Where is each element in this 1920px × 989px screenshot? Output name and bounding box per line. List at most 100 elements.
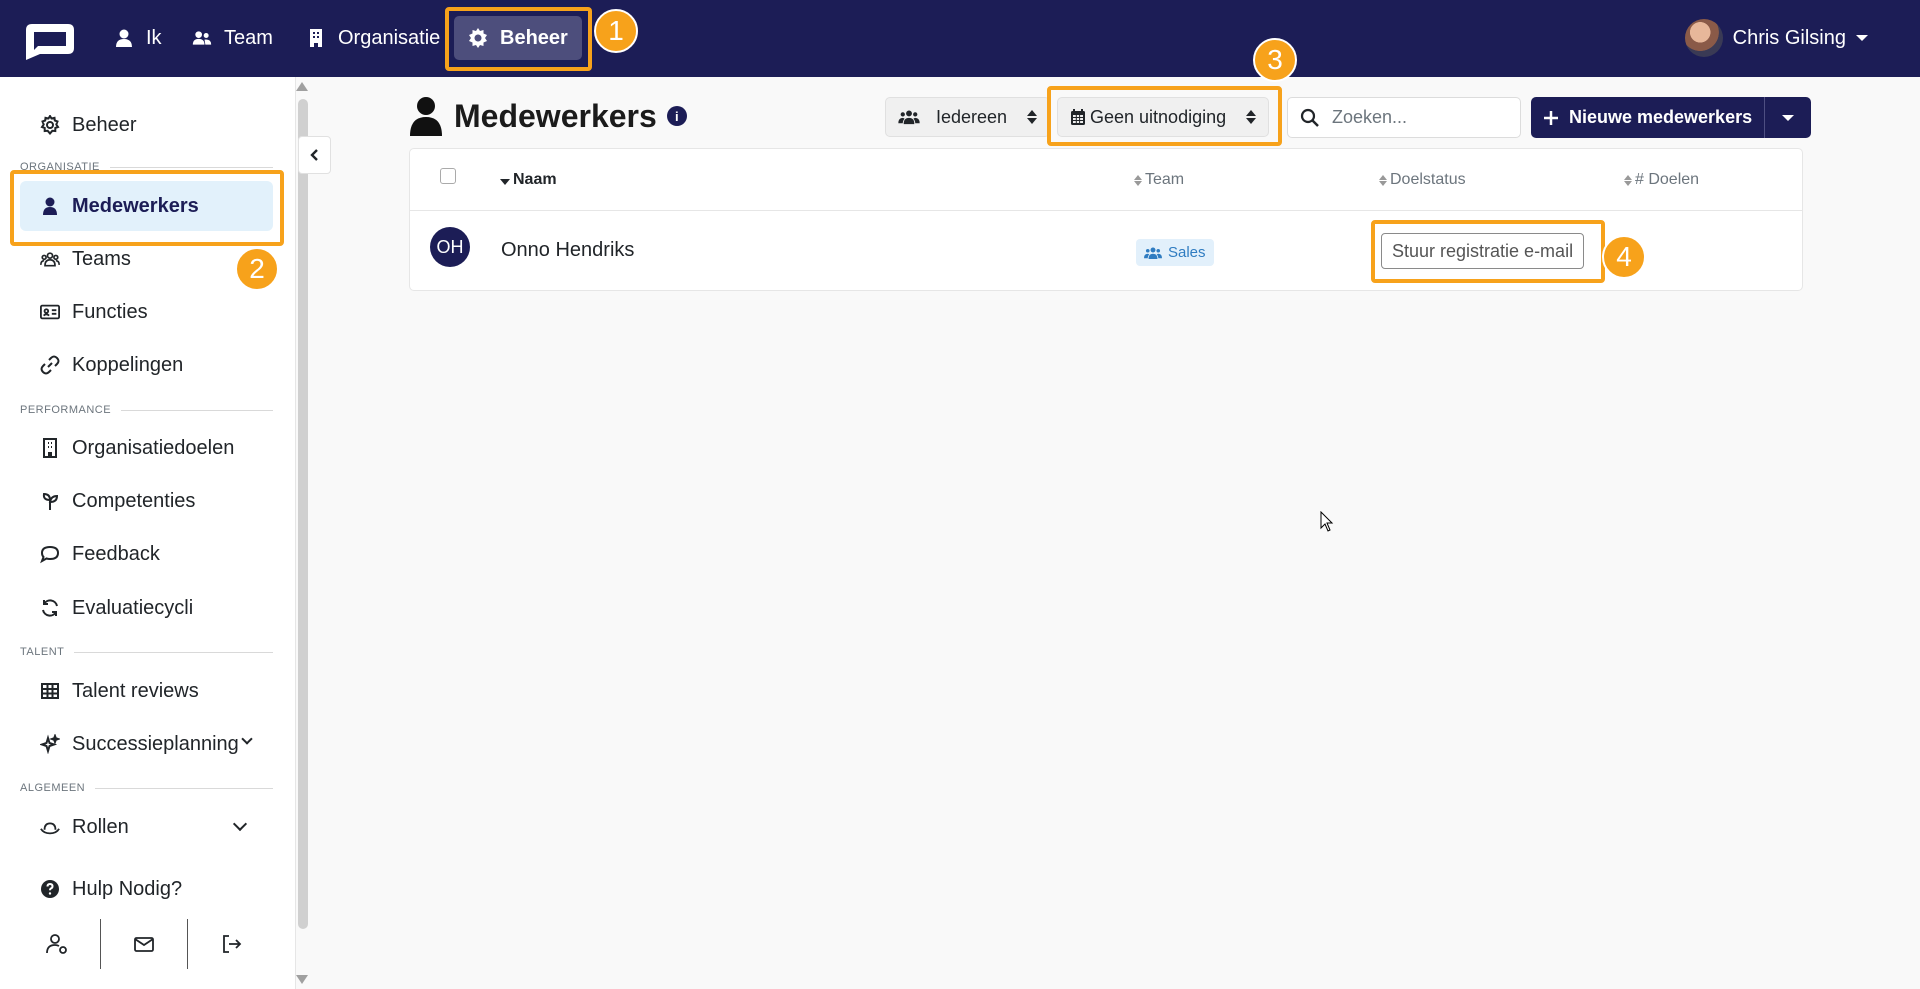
question-circle-icon (41, 880, 59, 898)
comment-icon (40, 545, 60, 564)
callout-badge-1: 1 (594, 9, 638, 53)
app-logo[interactable] (18, 18, 78, 60)
search-input[interactable] (1332, 107, 1502, 128)
users-icon (192, 31, 212, 45)
sidebar-item-rollen[interactable]: Rollen (20, 802, 273, 852)
sort-icon (1624, 174, 1632, 186)
sidebar-item-label: Koppelingen (72, 353, 184, 376)
new-employees-dropdown-toggle[interactable] (1765, 97, 1811, 138)
callout-badge-2: 2 (235, 247, 279, 291)
user-icon (116, 29, 132, 47)
sidebar-item-competenties[interactable]: Competenties (20, 476, 273, 526)
scroll-down-arrow[interactable] (296, 975, 308, 984)
nav-team-label: Team (224, 26, 273, 49)
sidebar-item-label: Hulp Nodig? (72, 877, 183, 900)
sidebar-footer (14, 919, 274, 969)
sidebar-item-beheer[interactable]: Beheer (20, 100, 273, 150)
new-employees-label: Nieuwe medewerkers (1569, 107, 1753, 127)
building-icon (310, 29, 322, 47)
top-navbar: Ik Team Organisatie Beheer Chris Gilsing (0, 0, 1920, 77)
users-icon (40, 252, 60, 267)
gear-icon (40, 115, 60, 135)
sidebar-item-label: Evaluatiecycli (72, 596, 194, 619)
team-badge[interactable]: Sales (1136, 239, 1214, 266)
sidebar-item-label: Teams (72, 247, 131, 270)
grid-icon (41, 683, 59, 699)
highlight-box-3 (1047, 86, 1282, 146)
section-algemeen: ALGEMEEN (20, 782, 273, 794)
sort-icon (1379, 174, 1387, 186)
column-header-doelen[interactable]: # Doelen (1624, 171, 1699, 189)
seedling-icon (42, 492, 59, 510)
chevron-down-icon (1856, 35, 1868, 41)
users-icon (1144, 247, 1162, 259)
callout-badge-4: 4 (1602, 235, 1646, 279)
sidebar-scrollbar[interactable] (298, 99, 308, 929)
sidebar-item-label: Successieplanning (72, 732, 239, 755)
nav-organisatie[interactable]: Organisatie (292, 16, 454, 60)
user-settings-button[interactable] (14, 919, 101, 969)
new-employees-button-group: Nieuwe medewerkers (1531, 97, 1812, 138)
nav-team[interactable]: Team (178, 16, 287, 60)
table-header: Naam Team Doelstatus # Doelen (410, 149, 1802, 211)
user-menu[interactable]: Chris Gilsing (1684, 16, 1868, 60)
select-all-checkbox[interactable] (440, 168, 456, 184)
new-employees-button[interactable]: Nieuwe medewerkers (1531, 97, 1766, 138)
highlight-box-1 (445, 7, 592, 71)
people-filter-select[interactable]: Iedereen (885, 97, 1051, 137)
section-talent: TALENT (20, 646, 273, 658)
sign-out-icon (223, 935, 242, 953)
sidebar-item-hulp[interactable]: Hulp Nodig? (20, 864, 273, 914)
callout-badge-3: 3 (1253, 38, 1297, 82)
sort-icon (1134, 174, 1142, 186)
column-header-naam[interactable]: Naam (500, 171, 557, 189)
sidebar-item-label: Competenties (72, 489, 196, 512)
sidebar-item-talent-reviews[interactable]: Talent reviews (20, 666, 273, 716)
employee-name[interactable]: Onno Hendriks (501, 239, 634, 262)
scroll-up-arrow[interactable] (296, 82, 308, 91)
sidebar-item-evaluatiecycli[interactable]: Evaluatiecycli (20, 583, 273, 633)
section-performance: PERFORMANCE (20, 404, 273, 416)
sidebar-item-successieplanning[interactable]: Successieplanning (20, 719, 273, 769)
building-icon (43, 438, 57, 458)
user-icon (410, 97, 442, 136)
sidebar-item-organisatiedoelen[interactable]: Organisatiedoelen (20, 423, 273, 473)
avatar (1684, 19, 1723, 57)
user-gear-icon (46, 934, 67, 954)
avatar: OH (430, 227, 470, 267)
people-filter-value: Iedereen (936, 106, 1008, 127)
sidebar-item-functies[interactable]: Functies (20, 287, 273, 337)
chevron-down-icon (1782, 114, 1795, 121)
refresh-icon (42, 599, 58, 617)
sidebar-item-label: Organisatiedoelen (72, 436, 235, 459)
mouse-cursor-icon (1320, 511, 1334, 532)
page-title: Medewerkers i (408, 96, 687, 136)
chevron-down-icon (232, 816, 248, 832)
id-card-icon (40, 304, 60, 320)
highlight-box-2 (10, 170, 284, 246)
hat-icon (40, 822, 60, 835)
sidebar-item-label: Feedback (72, 542, 160, 565)
sidebar-item-label: Beheer (72, 113, 137, 136)
highlight-box-4 (1371, 220, 1605, 283)
page-title-text: Medewerkers (454, 97, 657, 134)
envelope-icon (134, 937, 154, 952)
nav-organisatie-label: Organisatie (338, 26, 441, 49)
search-icon (1300, 108, 1319, 127)
logout-button[interactable] (188, 919, 274, 969)
user-name: Chris Gilsing (1732, 26, 1846, 49)
plus-icon (1544, 110, 1558, 125)
link-icon (40, 355, 60, 375)
sidebar-item-feedback[interactable]: Feedback (20, 529, 273, 579)
info-icon[interactable]: i (666, 106, 687, 126)
collapse-sidebar-button[interactable] (298, 136, 331, 174)
column-header-team[interactable]: Team (1134, 171, 1184, 189)
sidebar-item-koppelingen[interactable]: Koppelingen (20, 340, 273, 390)
column-header-doelstatus[interactable]: Doelstatus (1379, 171, 1466, 189)
search-box (1287, 97, 1521, 138)
sort-icon (1027, 110, 1038, 124)
sidebar-item-label: Talent reviews (72, 679, 199, 702)
sort-desc-icon (500, 179, 510, 185)
mail-button[interactable] (101, 919, 188, 969)
nav-ik[interactable]: Ik (100, 16, 176, 60)
